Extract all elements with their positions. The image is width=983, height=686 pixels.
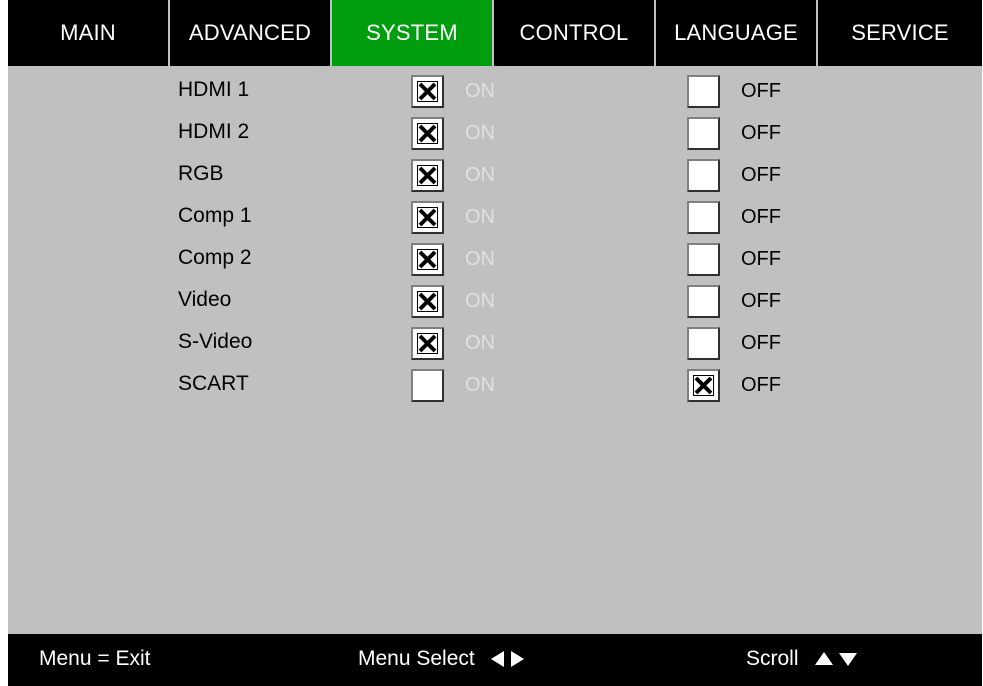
on-checkbox[interactable] xyxy=(411,326,444,360)
source-row: HDMI 2 ON OFF xyxy=(8,112,982,154)
footer-help-bar: Menu = Exit Menu Select Scroll xyxy=(8,634,982,686)
x-mark-icon xyxy=(417,206,438,228)
off-label: OFF xyxy=(741,373,781,396)
option-off[interactable]: OFF xyxy=(687,114,781,152)
x-mark-icon xyxy=(417,290,438,312)
option-on[interactable]: ON xyxy=(411,324,495,362)
off-label: OFF xyxy=(741,289,781,312)
x-mark-icon xyxy=(417,164,438,186)
source-row: HDMI 1 ON OFF xyxy=(8,70,982,112)
tab-service[interactable]: SERVICE xyxy=(818,0,982,66)
option-on[interactable]: ON xyxy=(411,240,495,278)
arrow-right-icon xyxy=(510,651,524,667)
source-label: Comp 1 xyxy=(178,204,252,227)
x-mark-icon xyxy=(417,248,438,270)
arrow-up-icon xyxy=(814,652,833,665)
source-row: Comp 2 ON OFF xyxy=(8,238,982,280)
on-label: ON xyxy=(465,121,495,144)
off-label: OFF xyxy=(741,163,781,186)
footer-select-hint: Menu Select xyxy=(358,647,525,671)
source-label: HDMI 2 xyxy=(178,120,250,143)
on-checkbox[interactable] xyxy=(411,242,444,276)
off-checkbox[interactable] xyxy=(687,326,720,360)
on-checkbox[interactable] xyxy=(411,158,444,192)
footer-exit-hint: Menu = Exit xyxy=(39,647,150,671)
tab-language[interactable]: LANGUAGE xyxy=(656,0,818,66)
off-checkbox[interactable] xyxy=(687,284,720,318)
on-label: ON xyxy=(465,331,495,354)
footer-exit-label: Menu = Exit xyxy=(39,647,151,670)
option-off[interactable]: OFF xyxy=(687,72,781,110)
off-checkbox[interactable] xyxy=(687,242,720,276)
off-checkbox[interactable] xyxy=(687,74,720,108)
on-checkbox[interactable] xyxy=(411,368,444,402)
source-label: RGB xyxy=(178,162,224,185)
option-on[interactable]: ON xyxy=(411,114,495,152)
off-checkbox[interactable] xyxy=(687,368,720,402)
on-checkbox[interactable] xyxy=(411,284,444,318)
off-checkbox[interactable] xyxy=(687,200,720,234)
tab-advanced[interactable]: ADVANCED xyxy=(170,0,332,66)
on-label: ON xyxy=(465,79,495,102)
source-row: RGB ON OFF xyxy=(8,154,982,196)
tab-main[interactable]: MAIN xyxy=(8,0,170,66)
off-checkbox[interactable] xyxy=(687,116,720,150)
footer-scroll-label: Scroll xyxy=(746,647,799,670)
option-off[interactable]: OFF xyxy=(687,198,781,236)
option-off[interactable]: OFF xyxy=(687,366,781,404)
source-label: SCART xyxy=(178,372,249,395)
option-off[interactable]: OFF xyxy=(687,156,781,194)
off-label: OFF xyxy=(741,205,781,228)
on-label: ON xyxy=(465,289,495,312)
on-checkbox[interactable] xyxy=(411,74,444,108)
x-mark-icon xyxy=(417,122,438,144)
on-label: ON xyxy=(465,205,495,228)
on-checkbox[interactable] xyxy=(411,200,444,234)
source-label: S-Video xyxy=(178,330,253,353)
option-off[interactable]: OFF xyxy=(687,240,781,278)
osd-menu-window: MAIN ADVANCED SYSTEM CONTROL LANGUAGE SERVICE… xyxy=(8,0,982,686)
x-mark-icon xyxy=(417,332,438,354)
source-row: Video ON OFF xyxy=(8,280,982,322)
option-on[interactable]: ON xyxy=(411,366,495,404)
on-label: ON xyxy=(465,163,495,186)
x-mark-icon xyxy=(417,80,438,102)
source-row: SCART ON OFF xyxy=(8,364,982,406)
on-label: ON xyxy=(465,247,495,270)
source-label: HDMI 1 xyxy=(178,78,250,101)
menu-tab-bar: MAIN ADVANCED SYSTEM CONTROL LANGUAGE SERVICE xyxy=(8,0,982,66)
source-label: Comp 2 xyxy=(178,246,252,269)
option-on[interactable]: ON xyxy=(411,156,495,194)
option-off[interactable]: OFF xyxy=(687,324,781,362)
off-label: OFF xyxy=(741,121,781,144)
arrow-down-icon xyxy=(838,653,857,666)
off-label: OFF xyxy=(741,79,781,102)
source-row: Comp 1 ON OFF xyxy=(8,196,982,238)
off-label: OFF xyxy=(741,331,781,354)
on-checkbox[interactable] xyxy=(411,116,444,150)
option-on[interactable]: ON xyxy=(411,72,495,110)
x-mark-icon xyxy=(693,374,714,396)
footer-select-label: Menu Select xyxy=(358,647,475,670)
option-off[interactable]: OFF xyxy=(687,282,781,320)
tab-system[interactable]: SYSTEM xyxy=(332,0,494,66)
off-checkbox[interactable] xyxy=(687,158,720,192)
tab-control[interactable]: CONTROL xyxy=(494,0,656,66)
option-on[interactable]: ON xyxy=(411,282,495,320)
on-label: ON xyxy=(465,373,495,396)
arrow-left-icon xyxy=(490,651,504,667)
option-on[interactable]: ON xyxy=(411,198,495,236)
footer-scroll-hint: Scroll xyxy=(746,647,857,671)
source-row: S-Video ON OFF xyxy=(8,322,982,364)
off-label: OFF xyxy=(741,247,781,270)
source-label: Video xyxy=(178,288,232,311)
